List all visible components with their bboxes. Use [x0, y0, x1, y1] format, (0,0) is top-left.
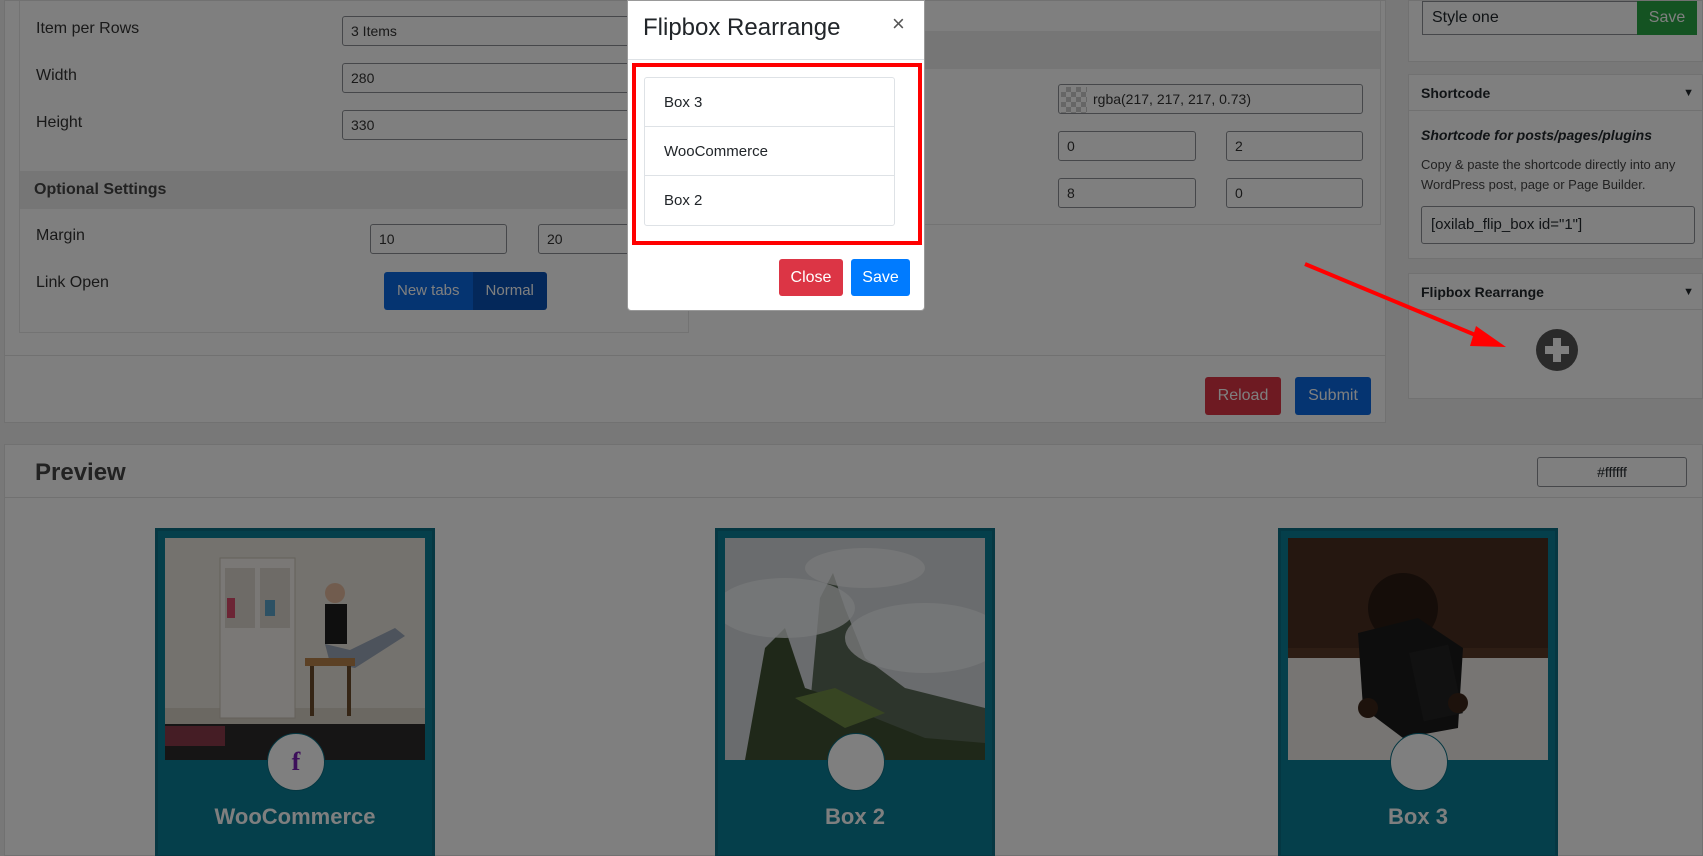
modal-close-button[interactable]: Close	[779, 259, 843, 296]
modal-save-button[interactable]: Save	[851, 259, 910, 296]
modal-divider	[628, 59, 924, 60]
list-item[interactable]: Box 2	[645, 176, 894, 225]
close-icon[interactable]: ×	[892, 11, 905, 37]
list-item[interactable]: Box 3	[645, 78, 894, 127]
modal-title: Flipbox Rearrange	[643, 14, 841, 41]
list-item[interactable]: WooCommerce	[645, 127, 894, 176]
rearrange-list: Box 3 WooCommerce Box 2	[644, 77, 895, 226]
flipbox-rearrange-modal: Flipbox Rearrange × Box 3 WooCommerce Bo…	[627, 0, 925, 311]
